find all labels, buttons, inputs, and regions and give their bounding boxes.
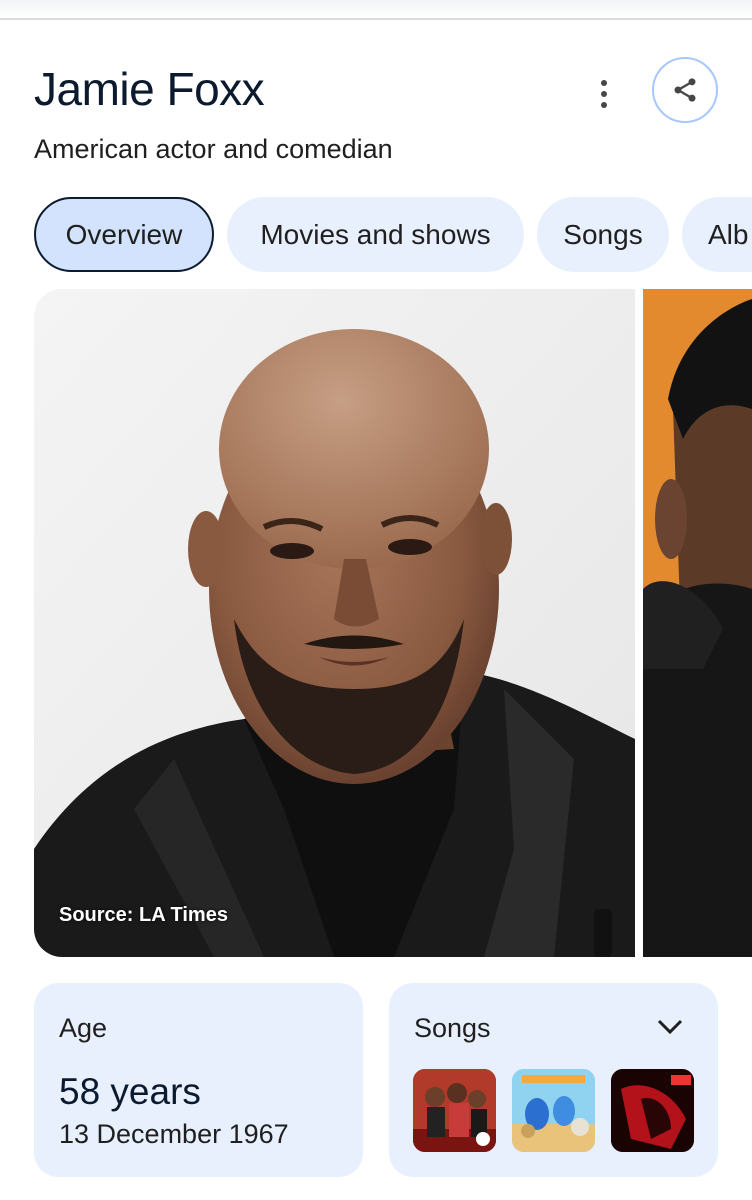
song-thumbnail[interactable] <box>512 1069 595 1152</box>
songs-label: Songs <box>414 1013 491 1043</box>
more-vert-icon <box>601 80 607 86</box>
portrait-image <box>34 289 635 957</box>
chevron-down-icon[interactable] <box>656 1017 684 1037</box>
song-thumbnail[interactable] <box>611 1069 694 1152</box>
song-thumbnail[interactable] <box>413 1069 496 1152</box>
top-divider <box>0 18 752 20</box>
secondary-photo[interactable] <box>643 289 752 957</box>
tab-songs[interactable]: Songs <box>537 197 669 272</box>
album-art-image <box>611 1069 694 1152</box>
knowledge-panel: Jamie Foxx American actor and comedian O… <box>0 0 752 1200</box>
top-shadow <box>0 0 752 18</box>
tab-bar: Overview Movies and shows Songs Alb <box>34 197 752 273</box>
album-art-image <box>413 1069 496 1152</box>
tab-movies-and-shows[interactable]: Movies and shows <box>227 197 524 272</box>
age-label: Age <box>59 1013 108 1043</box>
birth-date: 13 December 1967 <box>59 1119 289 1149</box>
tab-overview[interactable]: Overview <box>34 197 214 272</box>
age-value: 58 years <box>59 1071 201 1112</box>
album-art-image <box>512 1069 595 1152</box>
share-button[interactable] <box>652 57 718 123</box>
more-options-button[interactable] <box>588 74 620 114</box>
entity-title: Jamie Foxx <box>34 63 265 115</box>
entity-description: American actor and comedian <box>34 134 393 164</box>
songs-card[interactable]: Songs <box>389 983 718 1177</box>
image-source-label: Source: LA Times <box>59 904 228 926</box>
share-icon <box>674 78 696 102</box>
age-card[interactable]: Age 58 years 13 December 1967 <box>34 983 363 1177</box>
tab-albums[interactable]: Alb <box>682 197 752 272</box>
main-photo[interactable]: Source: LA Times <box>34 289 635 957</box>
secondary-portrait-image <box>643 289 752 957</box>
